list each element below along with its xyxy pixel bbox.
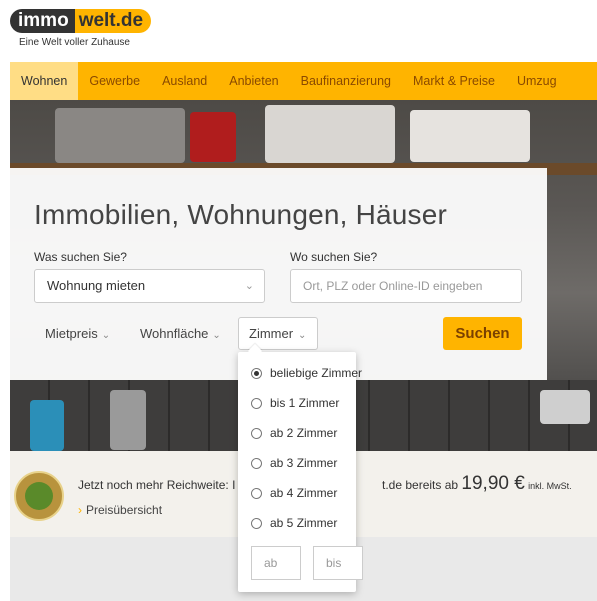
nav-item-anbieten[interactable]: Anbieten (218, 62, 289, 100)
rooms-option-label: ab 5 Zimmer (270, 516, 338, 530)
rooms-option[interactable]: ab 5 Zimmer (251, 516, 337, 530)
location-input[interactable]: Ort, PLZ oder Online-ID eingeben (290, 269, 522, 303)
rooms-option-label: ab 3 Zimmer (270, 456, 338, 470)
page-title: Immobilien, Wohnungen, Häuser (34, 199, 448, 230)
where-label: Wo suchen Sie? (290, 250, 378, 264)
logo-welt: welt.de (74, 9, 152, 33)
nav-item-gewerbe[interactable]: Gewerbe (78, 62, 151, 100)
faucet-decoration (110, 390, 146, 450)
property-type-select[interactable]: Wohnung mieten ⌄ (34, 269, 265, 303)
nav-item-ausland[interactable]: Ausland (151, 62, 218, 100)
price-overview-label: Preisübersicht (86, 503, 163, 517)
property-type-value: Wohnung mieten (47, 278, 146, 293)
area-filter-label: Wohnfläche (140, 326, 209, 341)
rooms-option[interactable]: ab 2 Zimmer (251, 426, 337, 440)
award-seal-icon (14, 471, 64, 521)
area-filter[interactable]: Wohnfläche ⌄ (140, 326, 221, 341)
nav-item-baufinanzierung[interactable]: Baufinanzierung (290, 62, 402, 100)
soap-bottle-decoration (30, 400, 64, 451)
radio-icon[interactable] (251, 427, 262, 439)
promo-price-prefix: t.de bereits ab (382, 478, 459, 492)
plates-decoration (265, 105, 395, 163)
chevron-down-icon: ⌄ (298, 330, 307, 341)
radio-icon[interactable] (251, 397, 262, 409)
arrow-right-icon: › (78, 503, 82, 517)
price-filter[interactable]: Mietpreis ⌄ (45, 326, 110, 341)
logo-immo: immo (10, 9, 75, 33)
rooms-option-label: bis 1 Zimmer (270, 396, 340, 410)
header: immo welt.de Eine Welt voller Zuhause (0, 0, 597, 62)
nav-item-umzug[interactable]: Umzug (506, 62, 568, 100)
promo-price: 19,90 € (461, 473, 525, 494)
socket-decoration (540, 390, 590, 424)
rooms-option-label: beliebige Zimmer (270, 366, 363, 380)
rooms-filter-label: Zimmer (249, 326, 294, 341)
glasses-decoration (55, 108, 185, 163)
rooms-option-label: ab 2 Zimmer (270, 426, 338, 440)
promo-text: Jetzt noch mehr Reichweite: I (78, 478, 236, 492)
search-button[interactable]: Suchen (443, 317, 522, 350)
chevron-down-icon: ⌄ (212, 330, 221, 341)
rooms-option[interactable]: bis 1 Zimmer (251, 396, 339, 410)
rooms-option-label: ab 4 Zimmer (270, 486, 338, 500)
what-label: Was suchen Sie? (34, 250, 127, 264)
bowls-decoration (410, 110, 530, 162)
cup-decoration (190, 112, 236, 162)
rooms-dropdown: beliebige Zimmer bis 1 Zimmer ab 2 Zimme… (238, 352, 363, 592)
chevron-down-icon: ⌄ (101, 330, 111, 341)
rooms-to-input[interactable]: bis (313, 546, 363, 580)
tagline: Eine Welt voller Zuhause (19, 37, 130, 48)
chevron-down-icon: ⌄ (244, 280, 254, 292)
radio-icon[interactable] (251, 367, 262, 379)
main-nav: Wohnen Gewerbe Ausland Anbieten Baufinan… (10, 62, 597, 100)
rooms-option[interactable]: beliebige Zimmer (251, 366, 362, 380)
price-filter-label: Mietpreis (45, 326, 98, 341)
rooms-option[interactable]: ab 4 Zimmer (251, 486, 337, 500)
nav-item-wohnen[interactable]: Wohnen (10, 62, 79, 100)
promo-price-note: inkl. MwSt. (528, 481, 572, 491)
rooms-option[interactable]: ab 3 Zimmer (251, 456, 337, 470)
radio-icon[interactable] (251, 487, 262, 499)
price-overview-link[interactable]: › Preisübersicht (78, 503, 162, 517)
radio-icon[interactable] (251, 517, 262, 529)
nav-item-markt-preise[interactable]: Markt & Preise (402, 62, 506, 100)
rooms-from-input[interactable]: ab (251, 546, 301, 580)
radio-icon[interactable] (251, 457, 262, 469)
rooms-filter[interactable]: Zimmer ⌄ (238, 317, 318, 350)
search-card: Immobilien, Wohnungen, Häuser Was suchen… (10, 168, 547, 380)
promo-price-text: t.de bereits ab 19,90 € inkl. MwSt. (382, 473, 572, 495)
logo[interactable]: immo welt.de (10, 8, 152, 34)
